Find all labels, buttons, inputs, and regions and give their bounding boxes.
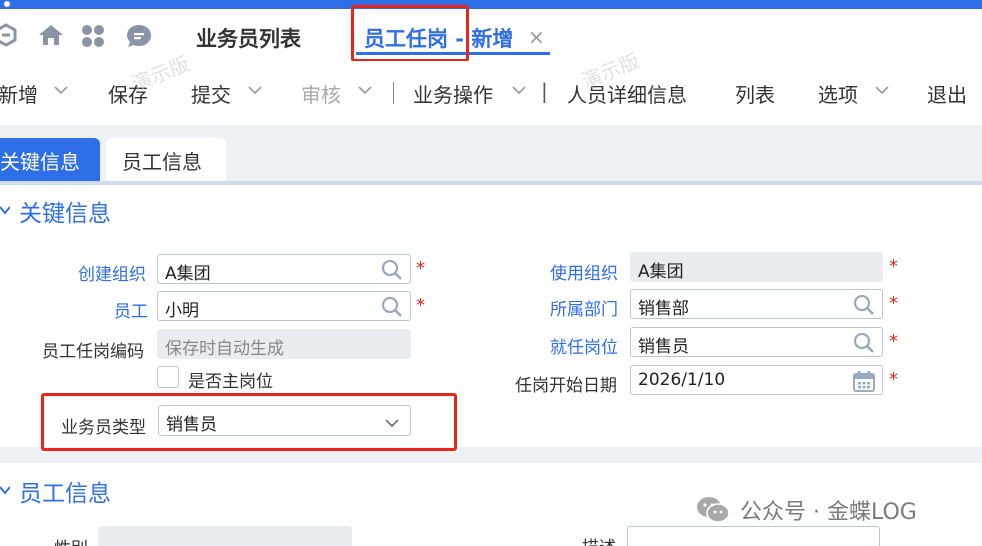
gender-field (98, 526, 352, 546)
wechat-icon (697, 497, 730, 523)
collapse-chevron-icon[interactable] (0, 485, 10, 495)
exit-button[interactable]: 退出 (927, 79, 967, 108)
chevron-down-icon[interactable] (358, 85, 372, 95)
position-value: 销售员 (638, 337, 689, 357)
toolbar-separator (393, 82, 394, 104)
highlight-box-salesman-type (41, 393, 457, 451)
create-org-value: A集团 (165, 264, 211, 284)
chevron-down-icon[interactable] (248, 85, 262, 95)
section-title-key-info: 关键信息 (19, 201, 111, 227)
search-icon[interactable] (852, 331, 876, 355)
create-org-label: 创建组织 (78, 265, 146, 285)
chevron-down-icon[interactable] (54, 85, 68, 95)
audit-button[interactable]: 审核 (301, 79, 341, 108)
tab-close-icon[interactable]: × (528, 25, 545, 49)
department-label: 所属部门 (550, 300, 618, 320)
chat-bubble-icon[interactable] (126, 23, 152, 49)
post-code-value: 保存时自动生成 (165, 339, 284, 359)
post-code-label: 员工任岗编码 (42, 342, 144, 362)
start-date-field[interactable]: 2026/1/10 (630, 365, 883, 395)
department-field[interactable]: 销售部 (630, 289, 883, 319)
start-date-label: 任岗开始日期 (515, 376, 617, 396)
department-value: 销售部 (638, 299, 689, 319)
apps-grid-icon[interactable] (80, 23, 106, 49)
required-mark: * (889, 293, 898, 314)
employee-value: 小明 (165, 301, 199, 321)
home-icon[interactable] (38, 23, 64, 47)
is-main-post-label: 是否主岗位 (188, 372, 273, 392)
search-icon[interactable] (380, 295, 404, 319)
logo-icon[interactable] (0, 23, 18, 47)
description-label: 描述 (582, 533, 616, 546)
chevron-down-icon[interactable] (512, 85, 526, 95)
tab-key-info[interactable]: 关键信息 (0, 138, 100, 181)
list-button[interactable]: 列表 (735, 79, 775, 108)
search-icon[interactable] (852, 293, 876, 317)
use-org-label: 使用组织 (550, 264, 618, 284)
position-field[interactable]: 销售员 (630, 327, 883, 357)
window-top-strip (0, 0, 982, 9)
start-date-value: 2026/1/10 (638, 370, 726, 390)
required-mark: * (889, 369, 898, 390)
tab-employee-info[interactable]: 员工信息 (106, 138, 226, 181)
options-button[interactable]: 选项 (818, 79, 858, 108)
toolbar: 新增 保存 提交 审核 业务操作 | 人员详细信息 列表 选项 退出 (0, 61, 982, 125)
save-button[interactable]: 保存 (108, 79, 148, 108)
post-code-field: 保存时自动生成 (157, 329, 411, 359)
position-label: 就任岗位 (550, 338, 618, 358)
chevron-down-icon[interactable] (875, 85, 889, 95)
employee-label: 员工 (114, 302, 148, 322)
collapse-chevron-icon[interactable] (0, 205, 10, 215)
submit-button[interactable]: 提交 (191, 79, 231, 108)
business-ops-button[interactable]: 业务操作 (413, 79, 493, 108)
create-org-field[interactable]: A集团 (157, 254, 411, 284)
employee-field[interactable]: 小明 (157, 291, 411, 321)
tab-salesman-list[interactable]: 业务员列表 (196, 23, 301, 53)
toolbar-separator-text: | (541, 79, 548, 103)
search-icon[interactable] (380, 258, 404, 282)
section-title-employee-info: 员工信息 (19, 481, 111, 507)
required-mark: * (889, 256, 898, 277)
use-org-field: A集团 (630, 252, 883, 282)
highlight-box-tab (351, 5, 469, 62)
new-button[interactable]: 新增 (0, 79, 38, 108)
required-mark: * (889, 331, 898, 352)
dot-icon (4, 1, 10, 7)
use-org-value: A集团 (638, 262, 684, 282)
required-mark: * (416, 295, 425, 316)
calendar-icon[interactable] (852, 369, 876, 393)
person-detail-button[interactable]: 人员详细信息 (567, 79, 687, 108)
required-mark: * (416, 258, 425, 279)
gender-label: 性别 (54, 534, 88, 546)
footer-watermark-text: 公众号 · 金蝶LOG (740, 500, 917, 525)
description-field[interactable] (627, 526, 880, 546)
is-main-post-checkbox[interactable] (157, 366, 179, 388)
